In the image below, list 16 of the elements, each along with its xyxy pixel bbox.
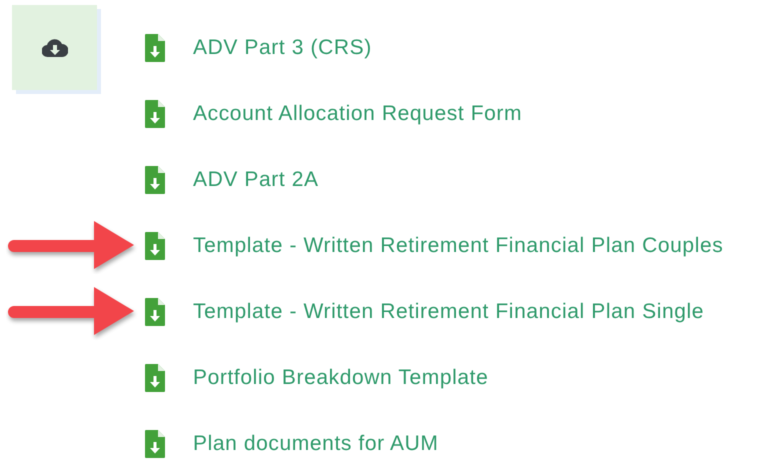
document-link[interactable]: Template - Written Retirement Financial Plan Single [193,296,704,328]
file-download-icon [145,34,165,62]
cloud-download-icon [42,38,68,58]
document-link[interactable]: Template - Written Retirement Financial Plan Couples [193,230,724,262]
document-link[interactable]: Account Allocation Request Form [193,98,522,130]
document-link[interactable]: Plan documents for AUM [193,428,438,460]
file-download-icon [145,364,165,392]
file-download-icon [145,166,165,194]
file-download-icon [145,100,165,128]
file-download-icon [145,298,165,326]
document-link[interactable]: Portfolio Breakdown Template [193,362,488,394]
file-download-icon [145,232,165,260]
file-download-icon [145,430,165,458]
download-card[interactable] [12,5,97,90]
document-link[interactable]: ADV Part 2A [193,164,319,196]
document-link[interactable]: ADV Part 3 (CRS) [193,32,372,64]
